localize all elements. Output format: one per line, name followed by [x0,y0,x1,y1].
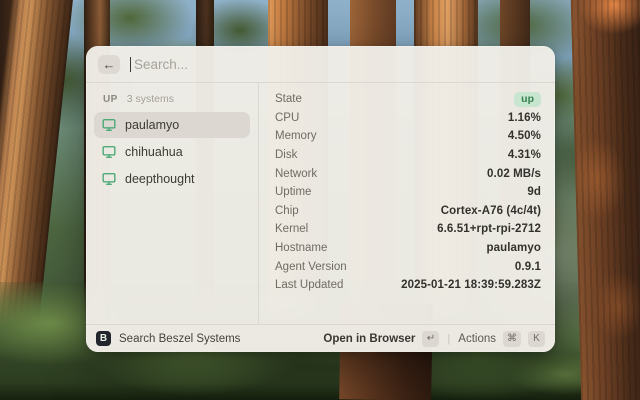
detail-label: CPU [275,112,299,124]
detail-label: Uptime [275,186,311,198]
back-button[interactable]: ← [98,55,120,74]
detail-value: 4.31% [508,149,541,161]
detail-label: Disk [275,149,297,161]
detail-value: paulamyo [487,242,541,254]
detail-value: 9d [527,186,541,198]
detail-label: Agent Version [275,261,347,273]
detail-row-hostname: Hostname paulamyo [275,239,541,258]
search-bar: ← [86,46,555,83]
monitor-icon [102,145,116,159]
actions-button[interactable]: Actions [458,333,496,345]
detail-row-state: State up [275,90,541,109]
detail-row-disk: Disk 4.31% [275,146,541,165]
detail-value: 0.02 MB/s [487,168,541,180]
detail-value: 1.16% [508,112,541,124]
systems-group-header: UP 3 systems [94,90,250,112]
systems-list-panel: UP 3 systems paulamyo chihuahua [86,83,259,324]
footer-title: Search Beszel Systems [119,333,240,345]
tree-trunk [570,0,640,400]
system-details-panel: State up CPU 1.16% Memory 4.50% Disk 4.3… [259,83,555,324]
footer-left: B Search Beszel Systems [96,331,323,346]
text-caret [130,57,131,72]
launcher-window: ← UP 3 systems paulamyo [86,46,555,352]
detail-value: 0.9.1 [515,261,541,273]
detail-label: Last Updated [275,279,343,291]
detail-value: 2025-01-21 18:39:59.283Z [401,279,541,291]
beszel-logo-icon: B [96,331,111,346]
open-in-browser-button[interactable]: Open in Browser [323,333,415,345]
back-arrow-icon: ← [103,58,116,71]
footer-actions: Open in Browser ↵ | Actions ⌘ K [323,331,545,347]
search-input[interactable] [134,57,543,72]
k-key-icon: K [528,331,545,347]
detail-row-chip: Chip Cortex-A76 (4c/4t) [275,202,541,221]
detail-label: Chip [275,205,299,217]
detail-row-memory: Memory 4.50% [275,127,541,146]
status-badge: up [514,92,541,107]
detail-row-kernel: Kernel 6.6.51+rpt-rpi-2712 [275,220,541,239]
list-item-chihuahua[interactable]: chihuahua [94,139,250,165]
detail-label: Hostname [275,242,327,254]
detail-row-uptime: Uptime 9d [275,183,541,202]
footer-divider: | [446,333,451,345]
monitor-icon [102,172,116,186]
footer: B Search Beszel Systems Open in Browser … [86,324,555,352]
system-name: paulamyo [125,118,179,132]
detail-value: 4.50% [508,130,541,142]
system-name: deepthought [125,172,195,186]
group-status-label: UP [103,94,118,105]
detail-row-cpu: CPU 1.16% [275,109,541,128]
list-item-paulamyo[interactable]: paulamyo [94,112,250,138]
detail-row-last-updated: Last Updated 2025-01-21 18:39:59.283Z [275,276,541,295]
detail-row-agent-version: Agent Version 0.9.1 [275,257,541,276]
detail-label: Network [275,168,317,180]
detail-label: Kernel [275,223,308,235]
monitor-icon [102,118,116,132]
screen: ← UP 3 systems paulamyo [0,0,640,400]
system-name: chihuahua [125,145,183,159]
detail-label: Memory [275,130,317,142]
detail-row-network: Network 0.02 MB/s [275,164,541,183]
detail-value: Cortex-A76 (4c/4t) [441,205,541,217]
enter-key-icon: ↵ [422,331,439,347]
detail-label: State [275,93,302,105]
list-item-deepthought[interactable]: deepthought [94,166,250,192]
command-key-icon: ⌘ [503,331,521,347]
detail-value: 6.6.51+rpt-rpi-2712 [437,223,541,235]
group-count-label: 3 systems [127,93,174,105]
window-body: UP 3 systems paulamyo chihuahua [86,83,555,324]
